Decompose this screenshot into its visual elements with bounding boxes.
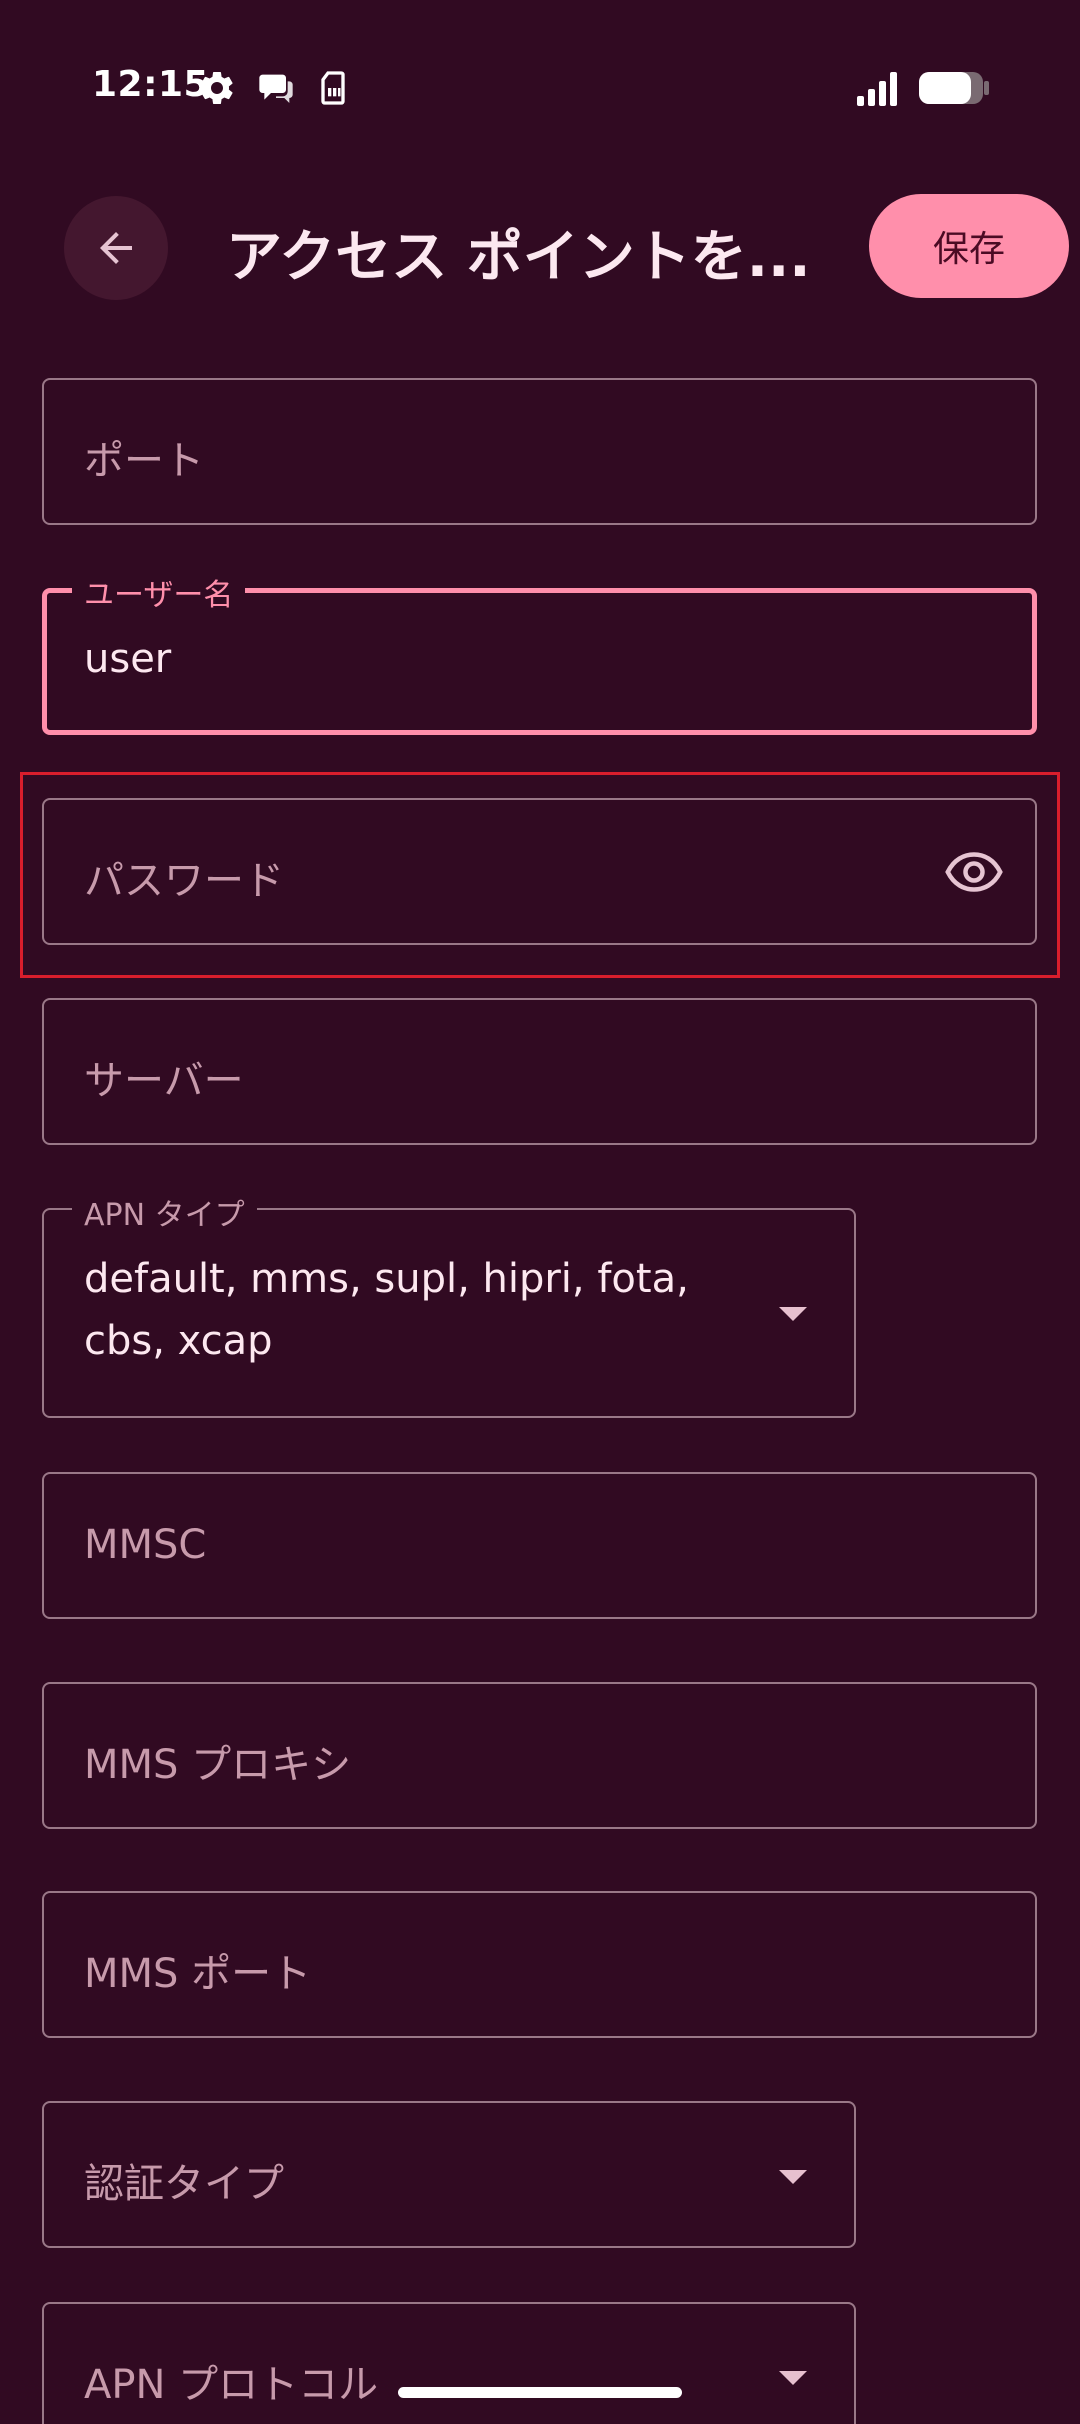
apn-type-dropdown[interactable] (42, 1208, 856, 1418)
eye-icon[interactable] (944, 846, 1004, 898)
arrow-drop-down-icon (779, 2371, 807, 2385)
status-bar: 12:15 (0, 0, 1080, 180)
gear-icon (197, 68, 237, 108)
password-label: パスワード (84, 858, 284, 904)
port-label: ポート (84, 438, 204, 484)
mms-proxy-label: MMS プロキシ (84, 1742, 352, 1788)
arrow-drop-down-icon (779, 2170, 807, 2184)
server-label: サーバー (84, 1058, 244, 1104)
back-button[interactable] (64, 196, 168, 300)
arrow-drop-down-icon (779, 1307, 807, 1321)
apn-type-value-line2: cbs, xcap (84, 1318, 273, 1364)
mmsc-label: MMSC (84, 1522, 207, 1568)
battery-icon (918, 70, 990, 110)
status-time: 12:15 (92, 64, 210, 105)
mms-port-label: MMS ポート (84, 1951, 312, 1997)
username-value: user (84, 636, 172, 682)
auth-type-label: 認証タイプ (84, 2161, 284, 2207)
sim-card-icon (313, 68, 353, 108)
chat-bubble-icon (256, 68, 296, 108)
arrow-back-icon (92, 224, 140, 272)
save-button[interactable]: 保存 (869, 194, 1069, 298)
signal-icon (855, 68, 903, 108)
apn-protocol-label: APN プロトコル (84, 2362, 379, 2408)
screen: 12:15 アクセス ポイントを... 保存 ポート ユーザー名 user パス… (0, 0, 1080, 2424)
page-title: アクセス ポイントを... (226, 225, 811, 290)
apn-type-label: APN タイプ (72, 1190, 257, 1234)
username-label: ユーザー名 (72, 570, 246, 614)
home-indicator[interactable] (398, 2387, 682, 2398)
apn-type-value-line1: default, mms, supl, hipri, fota, (84, 1256, 689, 1302)
